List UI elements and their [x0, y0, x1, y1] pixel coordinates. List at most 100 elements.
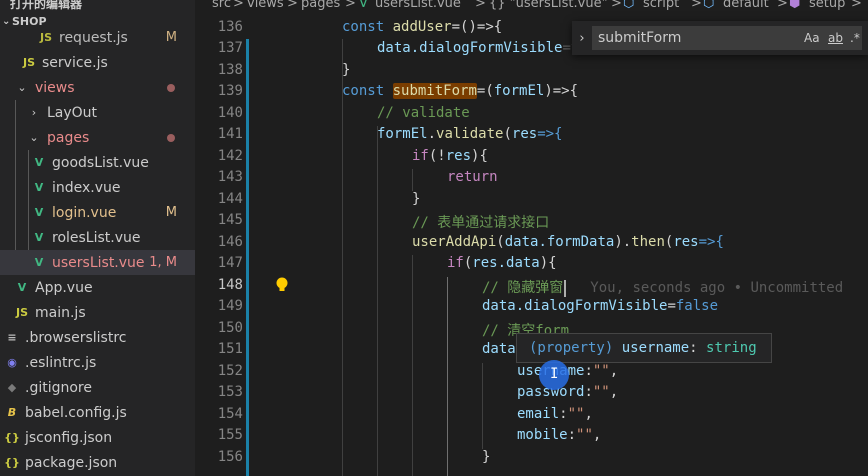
breadcrumb-default[interactable]: default	[723, 0, 769, 11]
regex-toggle[interactable]: .*	[850, 31, 860, 45]
file-goodslist-vue[interactable]: V goodsList.vue	[0, 150, 195, 175]
breadcrumb-separator: >	[691, 0, 702, 11]
hover-name: username	[621, 340, 690, 356]
line-number: 147	[217, 255, 243, 271]
code-line-146[interactable]: userAddApi(data.formData).then(res=>{	[412, 234, 724, 255]
symbol-icon: ⬡	[623, 0, 635, 11]
code-line-156[interactable]: }	[482, 449, 490, 470]
code-line-145[interactable]: // 表单通过请求接口	[412, 212, 549, 233]
indent-guide	[412, 255, 413, 476]
line-number-current: 148	[217, 277, 243, 293]
line-number: 144	[217, 191, 243, 207]
code-line-136[interactable]: const addUser=()=>{	[342, 19, 502, 40]
whole-word-toggle[interactable]: ab	[828, 31, 843, 45]
folder-pages[interactable]: ⌄ pages	[0, 125, 195, 150]
open-editors-header[interactable]: 打开的编辑器	[0, 0, 195, 12]
code-line-151[interactable]: data	[482, 341, 516, 362]
code-line-138[interactable]: }	[342, 62, 350, 83]
javascript-file-icon: JS	[39, 31, 52, 44]
code-line-155[interactable]: mobile:"",	[517, 427, 601, 448]
file-babel-config-js[interactable]: B babel.config.js	[0, 400, 195, 425]
folder-views[interactable]: ⌄ views	[0, 75, 195, 100]
code-line-143[interactable]: return	[447, 169, 498, 190]
lightbulb-icon[interactable]	[275, 277, 289, 293]
folder-layout[interactable]: › LayOut	[0, 100, 195, 125]
vue-file-icon: V	[34, 156, 44, 169]
vue-file-icon: V	[34, 256, 44, 269]
hover-type: string	[706, 340, 757, 356]
file-jsconfig-json[interactable]: {} jsconfig.json	[0, 425, 195, 450]
breadcrumb-separator: >	[611, 0, 622, 11]
file-roleslist-vue[interactable]: V rolesList.vue	[0, 225, 195, 250]
breadcrumb-script[interactable]: script	[643, 0, 679, 11]
file-label: package.json	[25, 454, 118, 471]
folder-label: views	[35, 79, 75, 96]
line-number: 155	[217, 427, 243, 443]
breadcrumb-views[interactable]: views	[247, 0, 284, 11]
file-label: .browserslistrc	[25, 329, 127, 346]
code-editor[interactable]: 136 137 138 139 140 141 142 143 144 145 …	[195, 14, 868, 476]
match-case-toggle[interactable]: Aa	[804, 31, 820, 45]
file-index-vue[interactable]: V index.vue	[0, 175, 195, 200]
breadcrumb-separator: >	[345, 0, 356, 11]
file-label: request.js	[59, 29, 128, 46]
git-modified-indicator[interactable]	[246, 39, 249, 476]
file-label: rolesList.vue	[52, 229, 141, 246]
code-line-141[interactable]: formEl.validate(res=>{	[377, 126, 562, 147]
file-browserslistrc[interactable]: ≡ .browserslistrc	[0, 325, 195, 350]
git-file-icon: ◆	[7, 381, 17, 394]
vue-file-icon: V	[34, 181, 44, 194]
code-line-139[interactable]: const submitForm=(formEl)=>{	[342, 83, 578, 104]
file-gitignore[interactable]: ◆ .gitignore	[0, 375, 195, 400]
code-line-140[interactable]: // validate	[377, 105, 470, 126]
code-line-154[interactable]: email:"",	[517, 406, 593, 427]
breadcrumb-file[interactable]: usersList.vue	[375, 0, 461, 11]
method-icon: ⬢	[789, 0, 801, 11]
line-number: 146	[217, 234, 243, 250]
code-line-153[interactable]: password:"",	[517, 384, 618, 405]
breadcrumb: src > views > pages > V usersList.vue > …	[195, 0, 868, 14]
file-label: goodsList.vue	[52, 154, 149, 171]
eslint-file-icon: ◉	[7, 356, 17, 369]
file-app-vue[interactable]: V App.vue	[0, 275, 195, 300]
breadcrumb-separator: >	[851, 0, 862, 11]
symbol-icon: ⬡	[703, 0, 715, 11]
file-label: App.vue	[35, 279, 93, 296]
file-eslintrc-js[interactable]: ◉ .eslintrc.js	[0, 350, 195, 375]
ibeam-cursor-icon: I	[550, 366, 559, 382]
indent-guide-active	[447, 277, 448, 476]
line-number: 141	[217, 126, 243, 142]
code-line-142[interactable]: if(!res){	[412, 148, 488, 169]
file-service-js[interactable]: JS service.js	[0, 50, 195, 75]
chevron-right-icon[interactable]: ›	[572, 31, 592, 46]
code-line-144[interactable]: }	[412, 191, 420, 212]
file-userslist-vue[interactable]: V usersList.vue 1, M	[0, 250, 195, 275]
breadcrumb-src[interactable]: src	[212, 0, 231, 11]
file-package-json[interactable]: {} package.json	[0, 450, 195, 475]
git-blame-annotation: You, seconds ago • Uncommitted	[590, 280, 844, 296]
file-label: jsconfig.json	[25, 429, 113, 446]
breadcrumb-setup[interactable]: setup	[809, 0, 845, 11]
code-line-137[interactable]: data.dialogFormVisible=true	[377, 40, 605, 61]
indent-guide	[377, 126, 378, 476]
line-number: 149	[217, 298, 243, 314]
code-line-149[interactable]: data.dialogFormVisible=false	[482, 298, 718, 319]
find-input[interactable]: submitForm Aa ab .*	[592, 26, 862, 50]
file-main-js[interactable]: JS main.js	[0, 300, 195, 325]
code-line-147[interactable]: if(res.data){	[447, 255, 557, 276]
babel-file-icon: B	[7, 406, 17, 419]
git-status-badge: 1, M	[149, 255, 177, 270]
vue-file-icon: V	[34, 206, 44, 219]
line-number: 143	[217, 169, 243, 185]
file-request-js[interactable]: JS request.js M	[0, 25, 195, 50]
breadcrumb-module[interactable]: {} "usersList.vue"	[489, 0, 608, 11]
file-login-vue[interactable]: V login.vue M	[0, 200, 195, 225]
breadcrumb-pages[interactable]: pages	[301, 0, 340, 11]
line-number: 139	[217, 83, 243, 99]
modified-dot	[167, 133, 175, 142]
indent-guide	[342, 39, 343, 476]
folder-label: LayOut	[47, 104, 98, 121]
file-label: login.vue	[52, 204, 117, 221]
code-line-148[interactable]: // 隐藏弹窗 You, seconds ago • Uncommitted	[482, 277, 843, 298]
chevron-right-icon: ›	[31, 106, 37, 119]
